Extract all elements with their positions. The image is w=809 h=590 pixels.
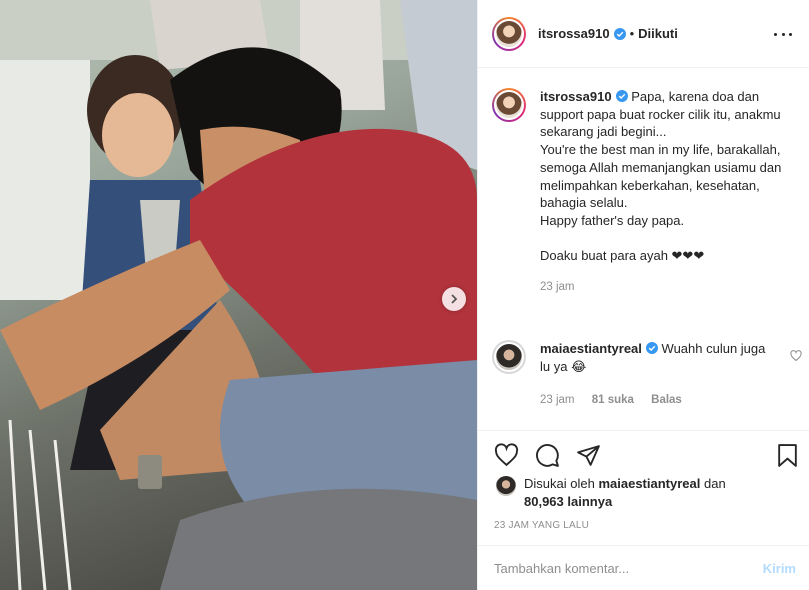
caption-line: You're the best man in my life, barakall… bbox=[540, 142, 782, 211]
more-options-button[interactable] bbox=[774, 26, 792, 42]
paper-plane-icon[interactable] bbox=[576, 443, 601, 468]
author-username[interactable]: itsrossa910 bbox=[538, 26, 610, 41]
comment-time[interactable]: 23 jam bbox=[540, 394, 575, 406]
more-horizontal-icon bbox=[774, 32, 777, 36]
reply-button[interactable]: Balas bbox=[651, 394, 682, 406]
caption-body: itsrossa910 Papa, karena doa dan support… bbox=[540, 88, 790, 297]
comment-likes-count[interactable]: 81 suka bbox=[592, 394, 634, 406]
caption-avatar[interactable] bbox=[492, 88, 526, 122]
likes-count[interactable]: 80,963 lainnya bbox=[524, 494, 612, 509]
photo-illustration bbox=[0, 0, 477, 590]
comment-bubble-icon[interactable] bbox=[535, 443, 560, 468]
verified-badge-icon bbox=[613, 27, 626, 40]
post-photo[interactable] bbox=[0, 0, 477, 590]
add-comment-bar: Kirim bbox=[478, 545, 809, 590]
comment-input[interactable] bbox=[494, 560, 734, 576]
chevron-right-icon bbox=[451, 294, 458, 304]
caption-meta: 23 jam bbox=[540, 279, 790, 297]
heart-icon[interactable] bbox=[494, 443, 519, 468]
caption-time[interactable]: 23 jam bbox=[540, 281, 575, 293]
likes-prefix: Disukai oleh bbox=[524, 476, 595, 491]
likes-joiner: dan bbox=[703, 476, 726, 491]
comment-meta: 23 jam 81 suka Balas bbox=[540, 392, 766, 410]
likes-text: Disukai oleh maiaestiantyreal dan 80,963… bbox=[524, 475, 726, 511]
post-caption: itsrossa910 Papa, karena doa dan support… bbox=[492, 88, 802, 297]
bookmark-icon[interactable] bbox=[775, 443, 800, 468]
verified-badge-icon bbox=[645, 342, 658, 354]
caption-username[interactable]: itsrossa910 bbox=[540, 89, 612, 104]
likes-summary: Disukai oleh maiaestiantyreal dan 80,963… bbox=[496, 475, 796, 511]
post-comment-button[interactable]: Kirim bbox=[763, 561, 796, 576]
comment-body: maiaestiantyreal Wuahh culun juga lu ya … bbox=[540, 340, 766, 410]
comment-like-heart-icon[interactable] bbox=[790, 350, 802, 362]
commenter-avatar[interactable] bbox=[492, 340, 526, 374]
post-header: itsrossa910 • Diikuti bbox=[478, 0, 809, 68]
author-avatar[interactable] bbox=[492, 16, 526, 51]
liker-username[interactable]: maiaestiantyreal bbox=[598, 476, 700, 491]
post-side-panel: itsrossa910 • Diikuti itsrossa910 Papa, … bbox=[477, 0, 809, 590]
caption-line: Happy father's day papa. bbox=[540, 212, 685, 228]
commenter-username[interactable]: maiaestiantyreal bbox=[540, 341, 642, 356]
comments-section: itsrossa910 Papa, karena doa dan support… bbox=[478, 68, 809, 430]
post-actions bbox=[478, 430, 809, 467]
comment-item: maiaestiantyreal Wuahh culun juga lu ya … bbox=[492, 340, 802, 410]
caption-line: Doaku buat para ayah ❤❤❤ bbox=[540, 248, 705, 264]
verified-badge-icon bbox=[615, 90, 628, 102]
carousel-next-button[interactable] bbox=[442, 287, 466, 311]
post-timestamp[interactable]: 23 JAM YANG LALU bbox=[494, 520, 589, 531]
follow-state-button[interactable]: Diikuti bbox=[638, 26, 678, 41]
header-separator: • bbox=[629, 26, 635, 41]
liker-avatar[interactable] bbox=[496, 476, 516, 496]
